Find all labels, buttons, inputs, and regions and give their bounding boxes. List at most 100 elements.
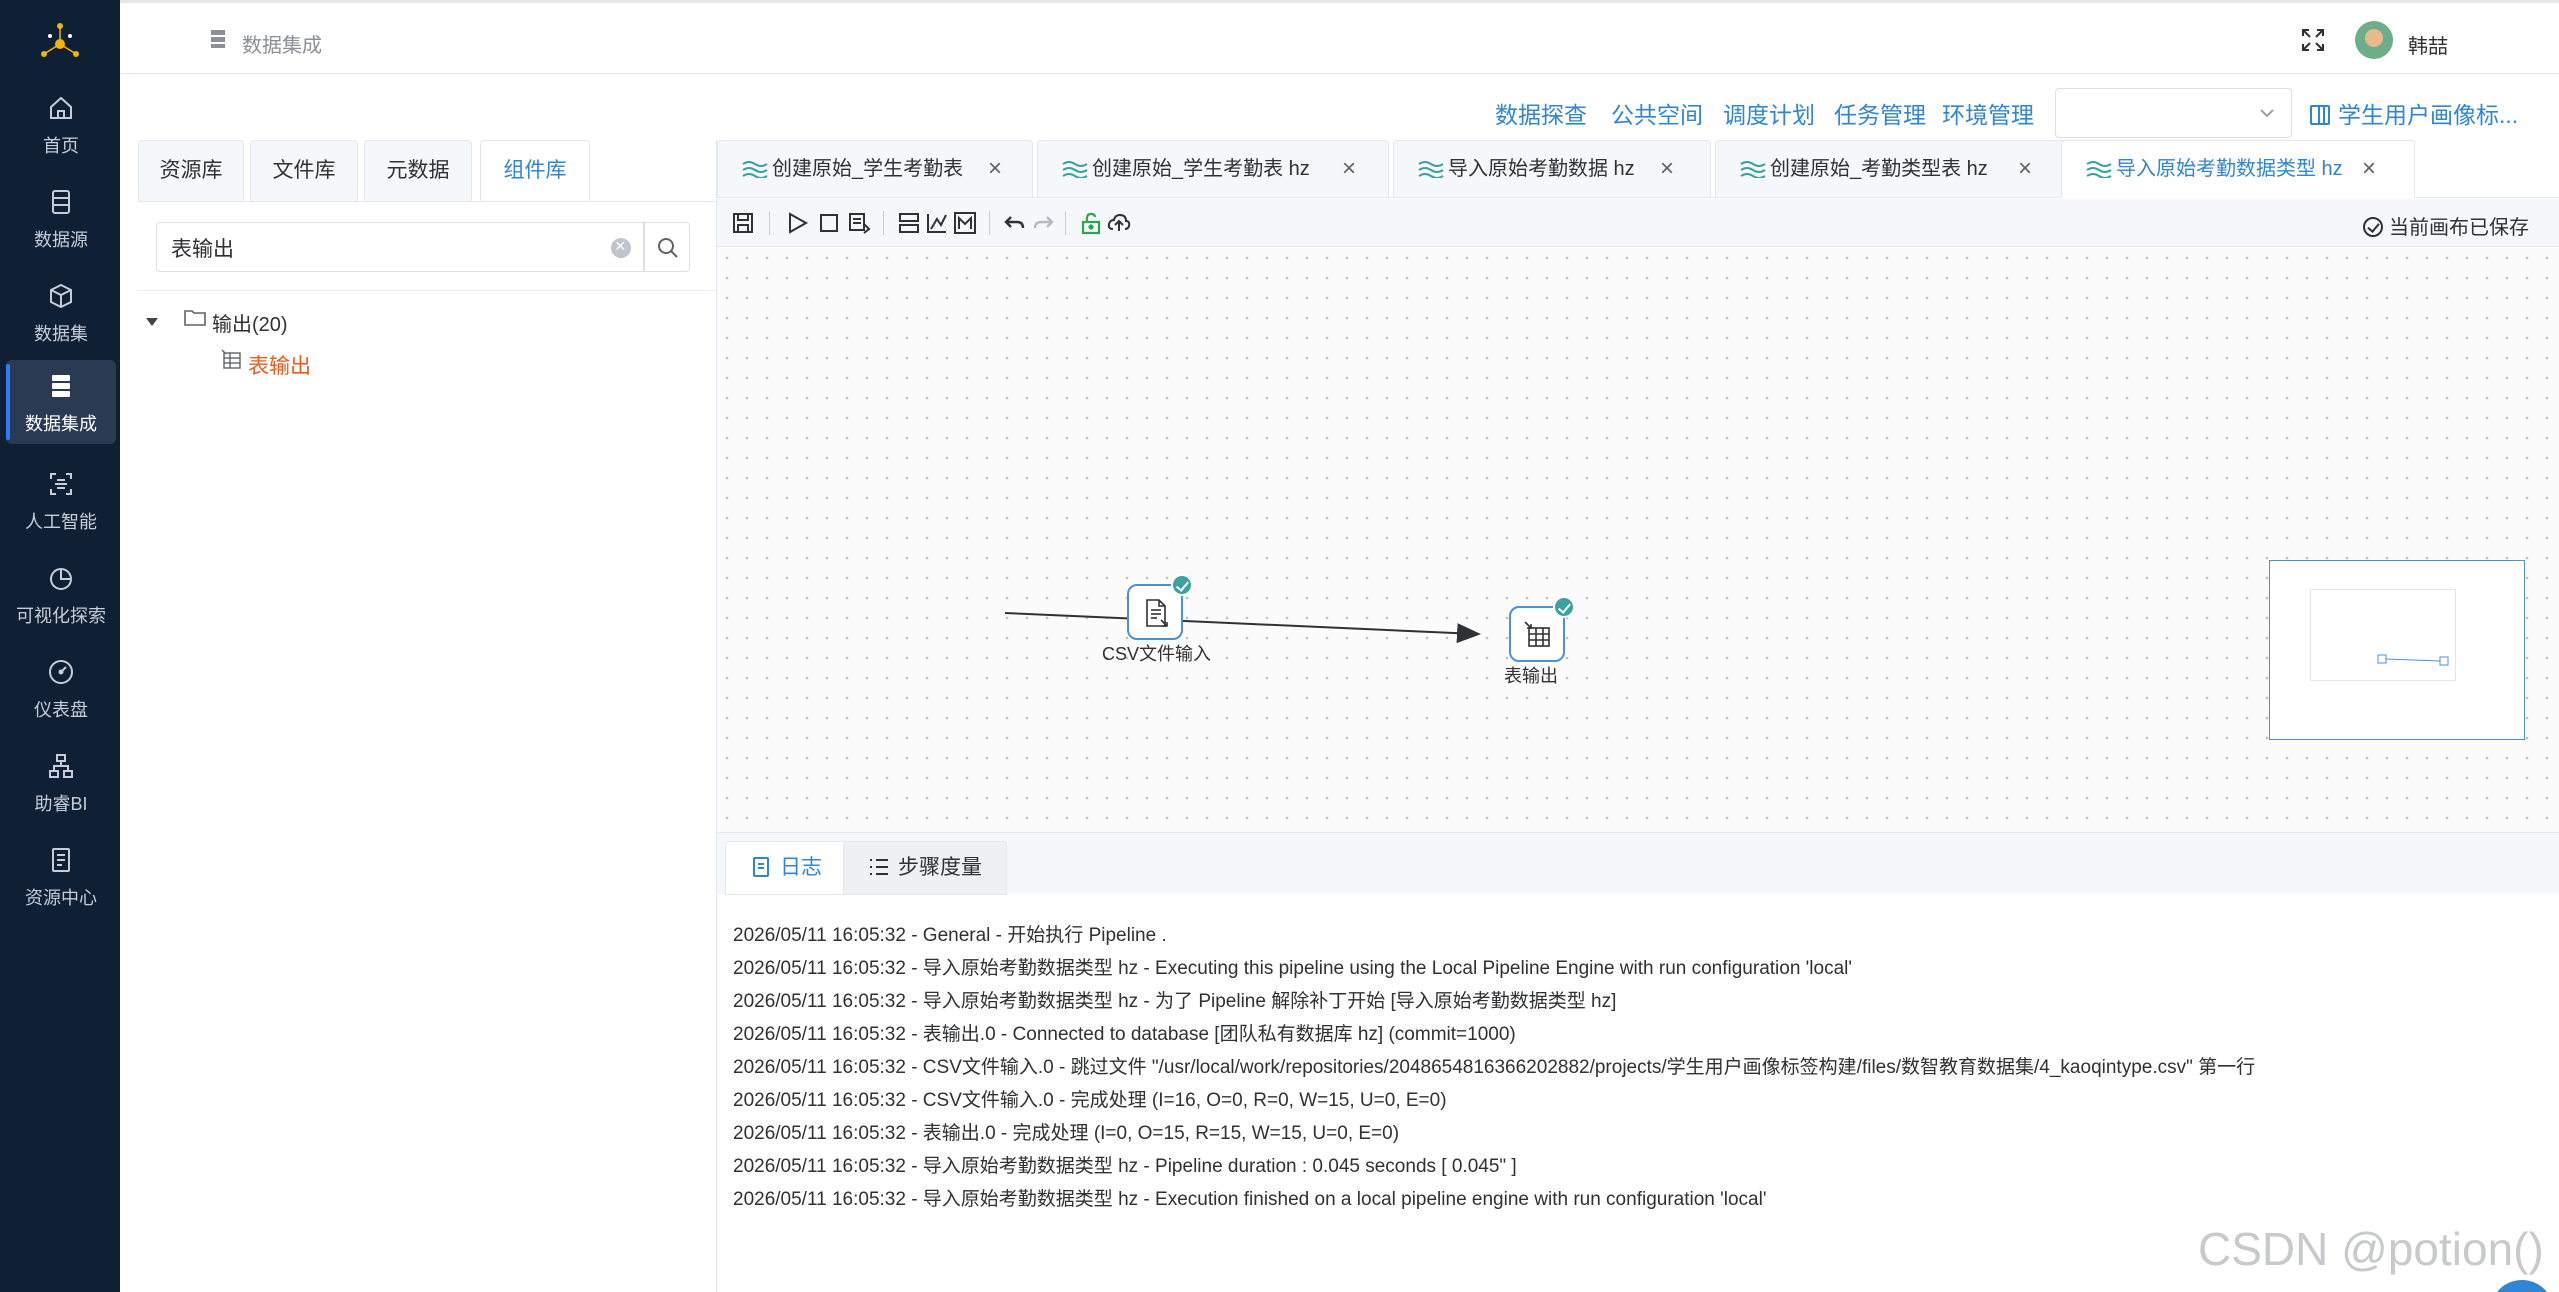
hop-arrow[interactable] <box>717 248 2559 832</box>
preview-icon[interactable] <box>847 211 871 235</box>
nav-item-label: 人工智能 <box>25 512 97 532</box>
nav-item-data-integration[interactable]: 数据集成 <box>6 360 116 444</box>
fullscreen-icon[interactable] <box>2300 27 2326 53</box>
editor-tab-label: 导入原始考勤数据类型 hz <box>2116 158 2343 180</box>
breadcrumb: 数据集成 <box>242 35 322 57</box>
editor-tab-active[interactable]: 导入原始考勤数据类型 hz × <box>2061 140 2415 198</box>
tree-item-table-output[interactable]: 表输出 <box>248 350 311 380</box>
unlock-icon[interactable] <box>1079 211 1103 235</box>
nav-item-ai[interactable]: 人工智能 <box>6 458 116 542</box>
database-icon <box>52 190 70 214</box>
tab-metadata[interactable]: 元数据 <box>364 140 472 202</box>
canvas-minimap[interactable] <box>2269 560 2525 740</box>
editor-tabs: 创建原始_学生考勤表 × 创建原始_学生考勤表 hz × 导入原始考勤数据 hz… <box>717 140 2559 198</box>
toolbar-separator <box>883 211 884 235</box>
editor-tab[interactable]: 创建原始_学生考勤表 hz × <box>1037 140 1389 198</box>
toolbar-separator <box>989 211 990 235</box>
nav-item-dashboard[interactable]: 仪表盘 <box>6 646 116 730</box>
pipeline-canvas[interactable]: CSV文件输入 表输出 <box>717 248 2559 832</box>
nav-item-dataset[interactable]: 数据集 <box>6 270 116 354</box>
folder-icon <box>184 310 206 326</box>
log-line: 2026/05/11 16:05:32 - CSV文件输入.0 - 完成处理 (… <box>733 1090 1447 1111</box>
metrics-icon[interactable] <box>953 211 977 235</box>
tab-log[interactable]: 日志 <box>725 841 847 895</box>
success-check-icon <box>1553 596 1575 618</box>
floating-action-button[interactable] <box>2490 1280 2554 1292</box>
link-task-management[interactable]: 任务管理 <box>1834 96 1926 130</box>
project-icon <box>2310 105 2330 125</box>
redo-icon[interactable] <box>1031 211 1055 235</box>
step-label: CSV文件输入 <box>1102 644 1212 664</box>
nav-item-visual-explore[interactable]: 可视化探索 <box>6 552 116 636</box>
chart-icon[interactable] <box>925 211 949 235</box>
step-label: 表输出 <box>1504 666 1558 686</box>
user-name[interactable]: 韩喆 <box>2408 30 2448 59</box>
search-button[interactable] <box>644 222 690 272</box>
tab-step-metrics-label: 步骤度量 <box>898 856 982 879</box>
bottom-panel-tabs: 日志 步骤度量 <box>717 832 2559 895</box>
nav-item-home[interactable]: 首页 <box>6 82 116 166</box>
align-icon[interactable] <box>897 211 921 235</box>
step-node-table-output[interactable] <box>1509 596 1575 662</box>
ai-scan-icon <box>50 473 72 495</box>
pie-chart-icon <box>50 568 72 590</box>
save-icon[interactable] <box>731 211 755 235</box>
editor-tab-label: 创建原始_考勤类型表 hz <box>1770 158 1988 180</box>
pipeline-toolbar: 当前画布已保存 <box>717 199 2559 247</box>
project-select[interactable] <box>2055 88 2292 138</box>
tab-resource-library[interactable]: 资源库 <box>138 140 244 202</box>
left-nav: 首页 数据源 数据集 数据集成 人工智能 可视化探索 仪表盘 助睿BI 资源中心 <box>0 0 120 1292</box>
link-schedule-plan[interactable]: 调度计划 <box>1723 96 1815 130</box>
undo-icon[interactable] <box>1003 211 1027 235</box>
log-line: 2026/05/11 16:05:32 - 导入原始考勤数据类型 hz - Pi… <box>733 1156 1517 1177</box>
close-icon[interactable]: × <box>988 141 1002 197</box>
close-icon[interactable]: × <box>2018 141 2032 197</box>
nav-item-label: 数据集成 <box>25 414 97 434</box>
avatar[interactable] <box>2355 21 2393 59</box>
home-icon <box>50 96 72 119</box>
link-data-explore[interactable]: 数据探查 <box>1495 96 1587 130</box>
log-line: 2026/05/11 16:05:32 - CSV文件输入.0 - 跳过文件 "… <box>733 1057 2256 1078</box>
link-environment-management[interactable]: 环境管理 <box>1942 96 2034 130</box>
link-public-space[interactable]: 公共空间 <box>1611 96 1703 130</box>
nav-item-label: 数据集 <box>34 324 88 344</box>
pipeline-icon <box>2086 161 2112 178</box>
step-node-csv-input[interactable] <box>1127 574 1193 640</box>
org-chart-icon <box>49 754 73 778</box>
list-icon <box>870 859 888 875</box>
log-line: 2026/05/11 16:05:32 - 表输出.0 - 完成处理 (I=0,… <box>733 1123 1400 1144</box>
nav-item-resource-center[interactable]: 资源中心 <box>6 834 116 918</box>
app-logo-icon[interactable] <box>36 18 84 66</box>
project-link[interactable]: 学生用户画像标... <box>2310 96 2518 130</box>
tab-step-metrics[interactable]: 步骤度量 <box>843 841 1007 895</box>
log-line: 2026/05/11 16:05:32 - 导入原始考勤数据类型 hz - Ex… <box>733 958 1853 979</box>
tab-component-library[interactable]: 组件库 <box>480 140 590 202</box>
close-icon[interactable]: × <box>2362 141 2376 197</box>
caret-down-icon[interactable] <box>146 318 158 326</box>
nav-item-datasource[interactable]: 数据源 <box>6 176 116 260</box>
project-link-label: 学生用户画像标... <box>2338 102 2519 128</box>
tree-folder-output[interactable]: 输出(20) <box>212 308 288 337</box>
clear-icon[interactable] <box>611 236 631 258</box>
success-check-icon <box>1171 574 1193 596</box>
component-search-field[interactable] <box>156 222 644 272</box>
upload-cloud-icon[interactable] <box>1107 211 1131 235</box>
editor-tab[interactable]: 导入原始考勤数据 hz × <box>1393 140 1711 198</box>
editor-tab[interactable]: 创建原始_学生考勤表 × <box>717 140 1033 198</box>
document-icon <box>52 848 70 872</box>
toolbar-separator <box>1065 211 1066 235</box>
stop-icon[interactable] <box>817 211 841 235</box>
close-icon[interactable]: × <box>1342 141 1356 197</box>
search-input[interactable] <box>171 233 591 263</box>
top-bar: 数据集成 韩喆 <box>120 0 2559 74</box>
tab-file-library[interactable]: 文件库 <box>250 140 358 202</box>
log-line: 2026/05/11 16:05:32 - 表输出.0 - Connected … <box>733 1024 1516 1045</box>
pipeline-icon <box>1740 161 1766 178</box>
run-icon[interactable] <box>785 211 809 235</box>
close-icon[interactable]: × <box>1660 141 1674 197</box>
nav-item-zhurui-bi[interactable]: 助睿BI <box>6 740 116 824</box>
editor-tab[interactable]: 创建原始_考勤类型表 hz × <box>1715 140 2067 198</box>
pipeline-icon <box>1418 161 1444 178</box>
saved-status: 当前画布已保存 <box>2363 211 2529 240</box>
watermark: CSDN @potion() <box>2198 1223 2544 1275</box>
